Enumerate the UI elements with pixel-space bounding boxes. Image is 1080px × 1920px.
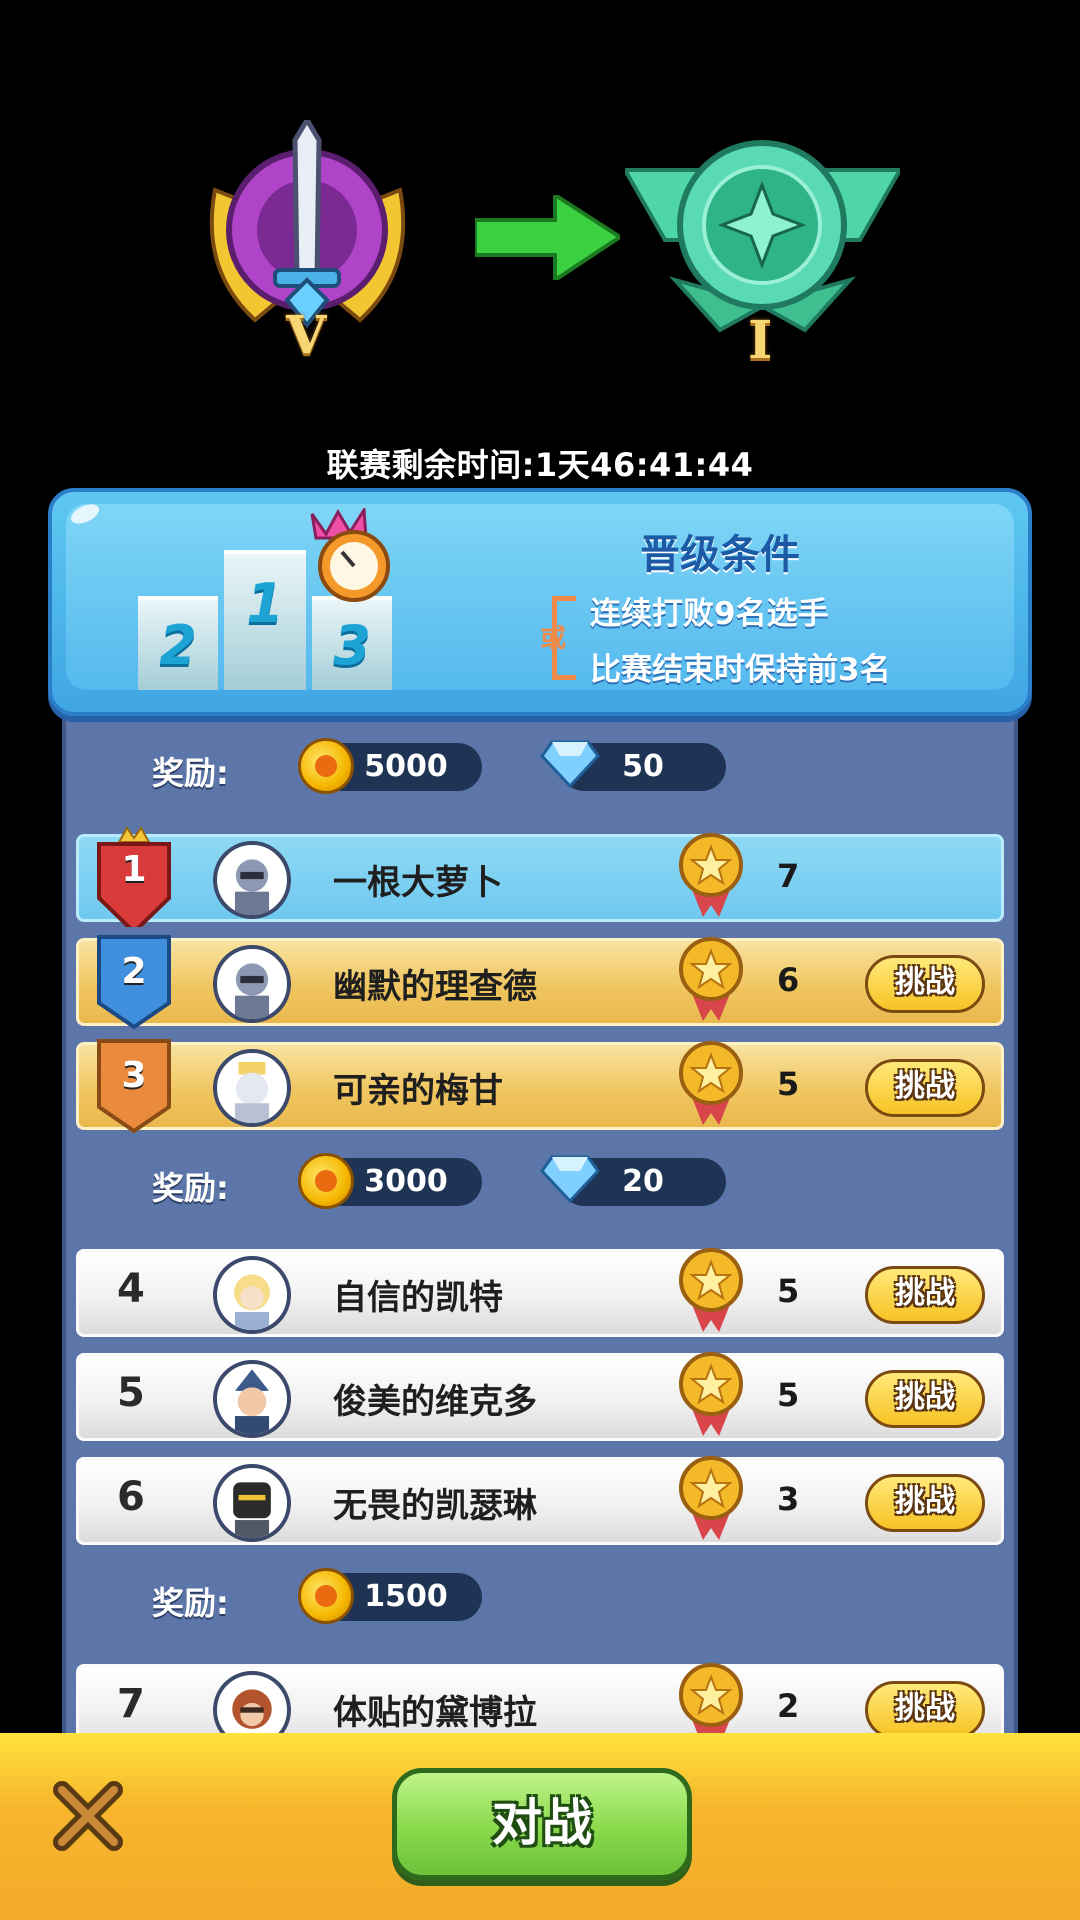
ranking-row-1[interactable]: 1 一根大萝卜 7 <box>76 826 1004 927</box>
avatar <box>213 945 291 1023</box>
promotion-area: V I <box>0 0 1080 440</box>
challenge-button[interactable]: 挑战 <box>865 1059 985 1117</box>
coin-amount: 1500 <box>364 1579 448 1614</box>
challenge-button[interactable]: 挑战 <box>865 955 985 1013</box>
rank-number: 3 <box>121 1055 147 1096</box>
ranking-row-5[interactable]: 5 俊美的维克多 5 挑战 <box>76 1352 1004 1441</box>
podium-number: 1 <box>246 572 284 635</box>
rank-number: 5 <box>117 1370 145 1416</box>
podium-second: 2 <box>138 596 218 690</box>
medal-icon <box>679 1456 743 1540</box>
podium-first: 1 <box>224 550 306 690</box>
coin-icon <box>298 1153 354 1209</box>
medal-icon <box>679 1248 743 1332</box>
challenge-button[interactable]: 挑战 <box>865 1370 985 1428</box>
avatar <box>213 1360 291 1438</box>
rank-number: 1 <box>121 849 147 890</box>
reward-label: 奖励: <box>152 1584 229 1622</box>
coin-icon <box>298 1568 354 1624</box>
medal-icon <box>679 937 743 1021</box>
ranking-row-4[interactable]: 4 自信的凯特 5 挑战 <box>76 1248 1004 1337</box>
player-name: 无畏的凯瑟琳 <box>333 1486 537 1526</box>
podium-number: 2 <box>159 614 197 677</box>
avatar <box>213 1256 291 1334</box>
medal-icon <box>679 1352 743 1436</box>
ranking-row-3[interactable]: 3 可亲的梅甘 5 挑战 <box>76 1039 1004 1133</box>
gem-amount: 50 <box>622 749 664 784</box>
ranking-row-6[interactable]: 6 无畏的凯瑟琳 3 挑战 <box>76 1456 1004 1545</box>
score: 5 <box>777 1376 800 1414</box>
reward-label: 奖励: <box>152 754 229 792</box>
rank-number: 7 <box>117 1681 145 1727</box>
or-label: 或 <box>540 624 567 654</box>
gem-amount: 20 <box>622 1164 664 1199</box>
challenge-button[interactable]: 挑战 <box>865 1474 985 1532</box>
stopwatch-icon <box>310 508 390 602</box>
current-tier-label: V <box>286 305 327 366</box>
challenge-button[interactable]: 挑战 <box>865 1681 985 1739</box>
coin-amount: 3000 <box>364 1164 448 1199</box>
rank-number: 4 <box>117 1266 145 1312</box>
promotion-title: 晋级条件 <box>640 532 800 578</box>
player-name: 一根大萝卜 <box>333 863 503 903</box>
next-tier-label: I <box>748 310 773 371</box>
diamond-icon <box>540 740 600 788</box>
coin-amount: 5000 <box>364 749 448 784</box>
player-name: 自信的凯特 <box>333 1278 503 1318</box>
ranking-row-2[interactable]: 2 幽默的理查德 6 挑战 <box>76 935 1004 1029</box>
rank-number: 2 <box>121 951 147 992</box>
medal-icon <box>679 833 743 917</box>
challenge-button[interactable]: 挑战 <box>865 1266 985 1324</box>
arrow-right-icon <box>475 195 620 280</box>
avatar <box>213 841 291 919</box>
coin-icon <box>298 738 354 794</box>
score: 5 <box>777 1065 800 1103</box>
player-name: 俊美的维克多 <box>333 1382 537 1422</box>
avatar <box>213 1464 291 1542</box>
close-icon[interactable] <box>50 1778 126 1854</box>
diamond-icon <box>540 1155 600 1203</box>
avatar <box>213 1049 291 1127</box>
score: 5 <box>777 1272 800 1310</box>
score: 2 <box>777 1687 800 1725</box>
podium-number: 3 <box>333 614 371 677</box>
medal-icon <box>679 1041 743 1125</box>
condition-1: 连续打败9名选手 <box>590 596 829 632</box>
league-timer: 联赛剩余时间:1天46:41:44 <box>326 446 754 484</box>
player-name: 体贴的黛博拉 <box>333 1693 537 1733</box>
score: 6 <box>777 961 800 999</box>
rank-number: 6 <box>117 1474 145 1520</box>
score: 3 <box>777 1480 800 1518</box>
player-name: 幽默的理查德 <box>333 967 537 1007</box>
reward-label: 奖励: <box>152 1169 229 1207</box>
condition-2: 比赛结束时保持前3名 <box>590 652 891 688</box>
battle-button[interactable]: 对战 <box>392 1768 692 1880</box>
podium-third: 3 <box>312 596 392 690</box>
player-name: 可亲的梅甘 <box>333 1071 503 1111</box>
score: 7 <box>777 857 800 895</box>
